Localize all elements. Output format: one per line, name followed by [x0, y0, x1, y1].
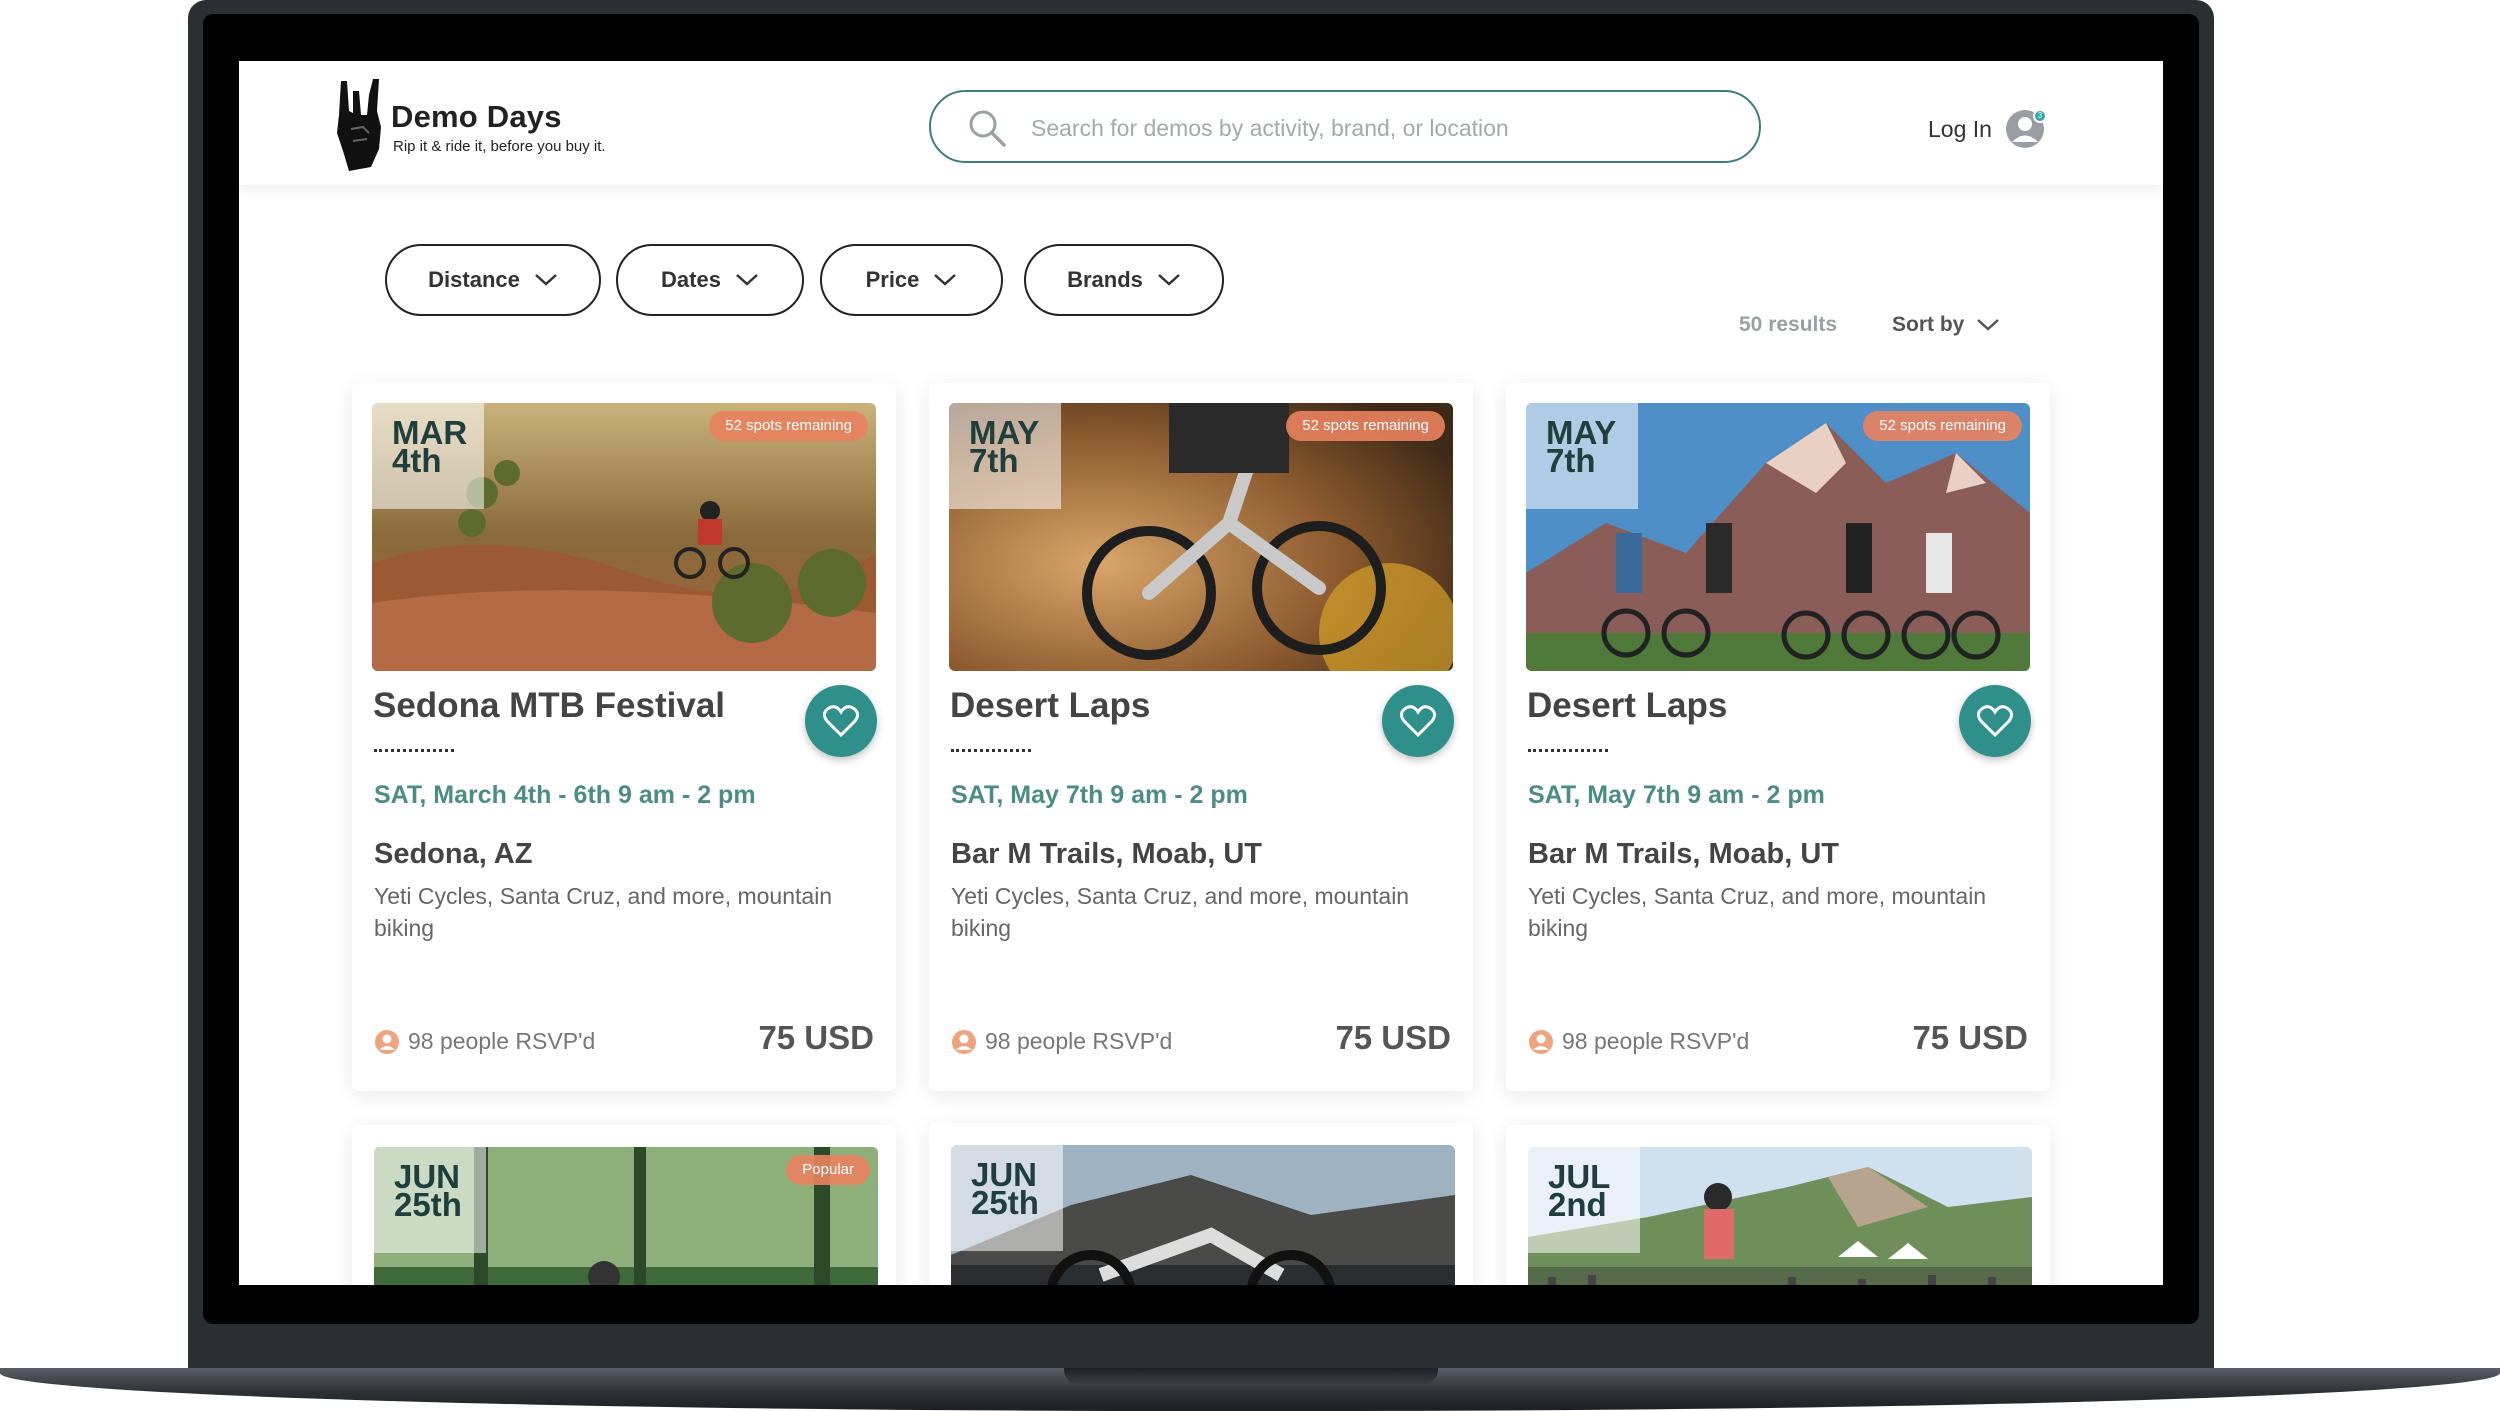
- event-card[interactable]: MAY 7th 52 spots remaining Desert Laps S…: [1506, 383, 2050, 1091]
- sort-label: Sort by: [1892, 313, 1965, 336]
- spots-remaining-badge: 52 spots remaining: [1286, 411, 1445, 441]
- title-divider: [951, 749, 1031, 752]
- date-badge: MAR 4th: [372, 403, 484, 509]
- chevron-down-icon: [736, 274, 758, 286]
- filter-label: Dates: [661, 267, 721, 292]
- rsvp-count: 98 people RSVP'd: [951, 1028, 1172, 1055]
- event-location: Bar M Trails, Moab, UT: [1528, 838, 1839, 870]
- popular-badge: Popular: [786, 1155, 870, 1185]
- heart-icon: [1400, 705, 1436, 737]
- event-photo[interactable]: MAY 7th 52 spots remaining: [1526, 403, 2030, 671]
- rsvp-label: 98 people RSVP'd: [408, 1028, 596, 1054]
- heart-icon: [1977, 705, 2013, 737]
- event-location: Bar M Trails, Moab, UT: [951, 838, 1262, 870]
- search-input[interactable]: [1031, 108, 1721, 148]
- date-day: 25th: [971, 1184, 1039, 1221]
- rsvp-count: 98 people RSVP'd: [1528, 1028, 1749, 1055]
- event-price: 75 USD: [1335, 1019, 1451, 1056]
- date-day: 7th: [969, 442, 1019, 479]
- chevron-down-icon: [1158, 274, 1180, 286]
- event-description: Yeti Cycles, Santa Cruz, and more, mount…: [1528, 883, 1987, 941]
- brand-title[interactable]: Demo Days: [391, 99, 562, 135]
- date-badge: JUN 25th: [374, 1147, 486, 1253]
- event-card[interactable]: MAY 7th 52 spots remaining Desert Laps S…: [929, 383, 1473, 1091]
- sort-by-dropdown[interactable]: Sort by: [1892, 313, 2000, 337]
- event-price: 75 USD: [1912, 1019, 2028, 1056]
- rsvp-count: 98 people RSVP'd: [374, 1028, 595, 1055]
- event-card[interactable]: MAR 4th 52 spots remaining Sedona MTB Fe…: [352, 383, 896, 1091]
- results-count: 50 results: [1739, 313, 1838, 336]
- event-card[interactable]: JUL 2nd: [1506, 1125, 2050, 1285]
- chevron-down-icon: [535, 274, 557, 286]
- event-date: SAT, May 7th 9 am - 2 pm: [1528, 781, 1825, 809]
- event-photo[interactable]: JUL 2nd: [1528, 1147, 2032, 1285]
- chevron-down-icon: [1977, 319, 2000, 331]
- search-icon: [969, 110, 1006, 147]
- event-date: SAT, March 4th - 6th 9 am - 2 pm: [374, 781, 756, 809]
- event-card[interactable]: JUN 25th Popular: [352, 1125, 896, 1285]
- title-divider: [1528, 749, 1608, 752]
- date-badge: MAY 7th: [1526, 403, 1638, 509]
- event-photo[interactable]: MAY 7th 52 spots remaining: [949, 403, 1453, 671]
- search-bar[interactable]: [929, 90, 1761, 163]
- brand-tagline: Rip it & ride it, before you buy it.: [393, 138, 606, 155]
- rsvp-label: 98 people RSVP'd: [985, 1028, 1173, 1054]
- rsvp-label: 98 people RSVP'd: [1562, 1028, 1750, 1054]
- filter-label: Price: [865, 267, 920, 292]
- dates-filter-button[interactable]: Dates: [616, 244, 804, 316]
- brands-filter-button[interactable]: Brands: [1024, 244, 1224, 316]
- event-photo[interactable]: JUN 25th Popular: [374, 1147, 878, 1285]
- event-description: Yeti Cycles, Santa Cruz, and more, mount…: [374, 883, 833, 941]
- date-day: 2nd: [1548, 1186, 1607, 1223]
- event-photo[interactable]: MAR 4th 52 spots remaining: [372, 403, 876, 671]
- date-badge: JUN 25th: [951, 1145, 1063, 1251]
- event-price: 75 USD: [758, 1019, 874, 1056]
- laptop-notch: [1064, 1368, 1438, 1384]
- event-photo[interactable]: JUN 25th: [951, 1145, 1455, 1285]
- distance-filter-button[interactable]: Distance: [385, 244, 601, 316]
- event-location: Sedona, AZ: [374, 838, 533, 870]
- favorite-button[interactable]: [1959, 685, 2031, 757]
- heart-icon: [823, 705, 859, 737]
- date-day: 4th: [392, 442, 442, 479]
- date-day: 25th: [394, 1186, 462, 1223]
- rock-hand-logo-icon[interactable]: [333, 71, 387, 173]
- top-header: Demo Days Rip it & ride it, before you b…: [239, 61, 2163, 185]
- filter-label: Brands: [1067, 267, 1143, 292]
- event-card[interactable]: JUN 25th: [929, 1123, 1473, 1285]
- login-link[interactable]: Log In: [1928, 116, 1992, 143]
- person-icon: [1529, 1029, 1553, 1054]
- person-icon: [375, 1029, 399, 1054]
- favorite-button[interactable]: [805, 685, 877, 757]
- person-icon: [952, 1029, 976, 1054]
- event-date: SAT, May 7th 9 am - 2 pm: [951, 781, 1248, 809]
- date-badge: JUL 2nd: [1528, 1147, 1640, 1253]
- event-description: Yeti Cycles, Santa Cruz, and more, mount…: [951, 883, 1410, 941]
- favorite-button[interactable]: [1382, 685, 1454, 757]
- spots-remaining-badge: 52 spots remaining: [709, 411, 868, 441]
- event-title[interactable]: Desert Laps: [950, 686, 1150, 726]
- app-screen: Demo Days Rip it & ride it, before you b…: [239, 61, 2163, 1285]
- price-filter-button[interactable]: Price: [820, 244, 1003, 316]
- date-badge: MAY 7th: [949, 403, 1061, 509]
- date-day: 7th: [1546, 442, 1596, 479]
- event-title[interactable]: Desert Laps: [1527, 686, 1727, 726]
- event-title[interactable]: Sedona MTB Festival: [373, 686, 725, 726]
- chevron-down-icon: [934, 274, 957, 286]
- title-divider: [374, 749, 454, 752]
- notification-badge: 3: [2033, 109, 2047, 123]
- filter-label: Distance: [428, 267, 520, 292]
- spots-remaining-badge: 52 spots remaining: [1863, 411, 2022, 441]
